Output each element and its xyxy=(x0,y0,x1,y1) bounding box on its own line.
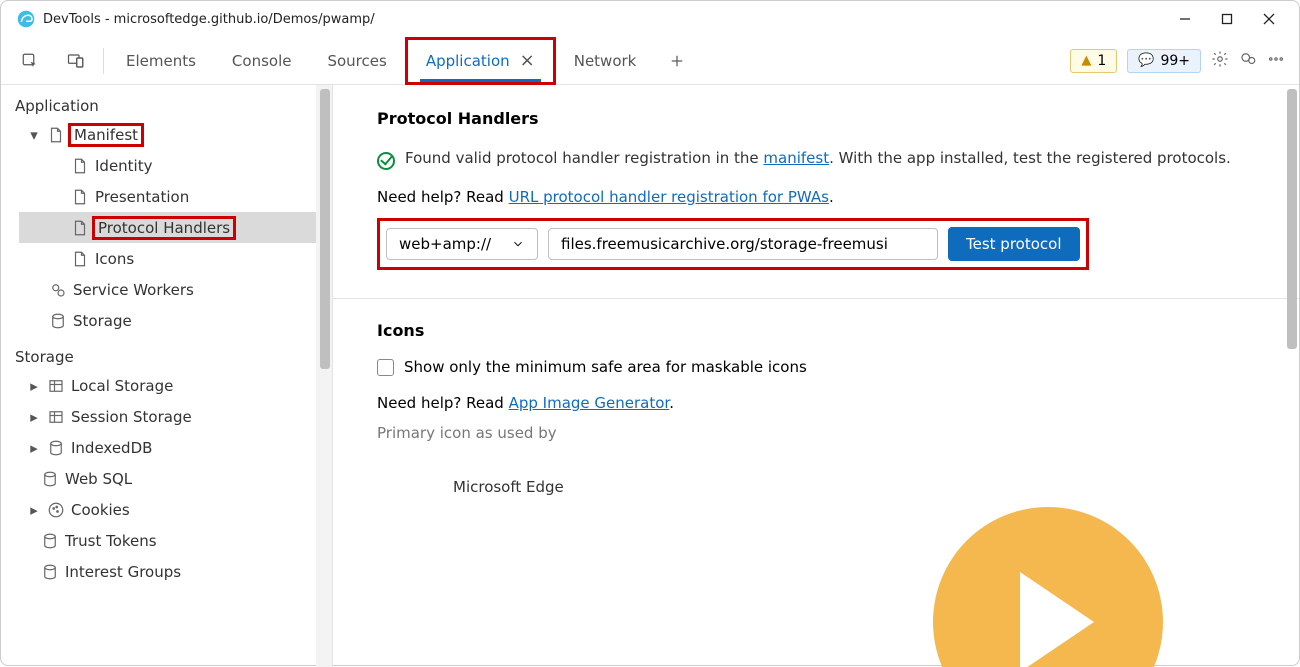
database-icon xyxy=(41,470,59,488)
sidebar-group-application: Application xyxy=(1,85,332,119)
sidebar-item-interest-groups[interactable]: Interest Groups xyxy=(19,556,332,587)
feedback-icon[interactable] xyxy=(1239,50,1257,72)
warn-count: 1 xyxy=(1097,53,1106,69)
chevron-right-icon: ▸ xyxy=(27,377,41,395)
sidebar-item-storage[interactable]: Storage xyxy=(19,305,332,336)
help-text: Need help? Read URL protocol handler reg… xyxy=(377,188,1255,206)
protocol-label: Protocol Handlers xyxy=(92,216,236,240)
panel-tabs: Elements Console Sources Application × N… xyxy=(108,37,700,85)
inspect-icon[interactable] xyxy=(7,37,53,85)
devtools-toolbar: Elements Console Sources Application × N… xyxy=(1,37,1299,85)
chevron-right-icon: ▸ xyxy=(27,408,41,426)
chevron-right-icon: ▸ xyxy=(27,439,41,457)
maskable-checkbox-row[interactable]: Show only the minimum safe area for mask… xyxy=(377,358,1255,376)
sidebar-item-trust-tokens[interactable]: Trust Tokens xyxy=(19,525,332,556)
sidebar-item-session-storage[interactable]: ▸ Session Storage xyxy=(19,401,332,432)
device-toggle-icon[interactable] xyxy=(53,37,99,85)
app-icon xyxy=(17,10,35,28)
app-primary-icon xyxy=(933,507,1163,667)
checkbox-icon[interactable] xyxy=(377,359,394,376)
test-protocol-row: web+amp:// Test protocol xyxy=(377,218,1089,270)
sidebar-item-icons[interactable]: Icons xyxy=(19,243,332,274)
file-icon xyxy=(47,126,65,144)
manifest-link[interactable]: manifest xyxy=(763,149,829,167)
maximize-icon[interactable] xyxy=(1221,13,1233,25)
sidebar-item-cookies[interactable]: ▸ Cookies xyxy=(19,494,332,525)
sidebar-item-manifest[interactable]: ▾ Manifest xyxy=(19,119,332,150)
close-icon[interactable] xyxy=(1263,13,1275,25)
help-icons-text: Need help? Read App Image Generator. xyxy=(377,394,1255,412)
tab-network[interactable]: Network xyxy=(556,37,655,85)
settings-icon[interactable] xyxy=(1211,50,1229,72)
sidebar-item-protocol-handlers[interactable]: Protocol Handlers xyxy=(19,212,332,243)
main-scrollbar[interactable] xyxy=(1283,85,1299,667)
add-tab-icon[interactable] xyxy=(654,37,700,85)
section-protocol-handlers: Protocol Handlers xyxy=(377,109,1255,128)
more-icon[interactable] xyxy=(1267,50,1285,72)
tab-sources[interactable]: Sources xyxy=(309,37,404,85)
test-protocol-button[interactable]: Test protocol xyxy=(948,227,1080,261)
file-icon xyxy=(71,219,89,237)
file-icon xyxy=(71,188,89,206)
cookie-icon xyxy=(47,501,65,519)
chevron-down-icon: ▾ xyxy=(27,126,41,144)
divider xyxy=(333,298,1299,299)
main-panel: Protocol Handlers Found valid protocol h… xyxy=(333,85,1299,667)
tab-console[interactable]: Console xyxy=(214,37,310,85)
titlebar: DevTools - microsoftedge.github.io/Demos… xyxy=(1,1,1299,37)
protocol-select[interactable]: web+amp:// xyxy=(386,228,538,260)
sidebar-item-service-workers[interactable]: Service Workers xyxy=(19,274,332,305)
separator xyxy=(103,48,104,74)
sidebar-item-indexeddb[interactable]: ▸ IndexedDB xyxy=(19,432,332,463)
tab-application[interactable]: Application × xyxy=(405,37,556,85)
table-icon xyxy=(47,408,65,426)
manifest-label: Manifest xyxy=(68,123,144,147)
close-tab-icon[interactable]: × xyxy=(520,50,535,71)
help-pwa-link[interactable]: URL protocol handler registration for PW… xyxy=(509,188,829,206)
protocol-url-input[interactable] xyxy=(548,228,938,260)
edge-label: Microsoft Edge xyxy=(377,478,1255,496)
sidebar-item-presentation[interactable]: Presentation xyxy=(19,181,332,212)
app-image-gen-link[interactable]: App Image Generator xyxy=(509,394,670,412)
sidebar-group-storage: Storage xyxy=(1,336,332,370)
tab-application-label: Application xyxy=(426,52,510,70)
database-icon xyxy=(41,532,59,550)
window-title: DevTools - microsoftedge.github.io/Demos… xyxy=(43,12,375,27)
sidebar-item-identity[interactable]: Identity xyxy=(19,150,332,181)
database-icon xyxy=(47,439,65,457)
section-icons: Icons xyxy=(377,321,1255,340)
chevron-down-icon xyxy=(511,237,525,251)
messages-count: 99+ xyxy=(1160,53,1190,69)
database-icon xyxy=(49,312,67,330)
chevron-right-icon: ▸ xyxy=(27,501,41,519)
message-icon: 💬 xyxy=(1138,53,1154,68)
file-icon xyxy=(71,157,89,175)
messages-badge[interactable]: 💬 99+ xyxy=(1127,49,1201,73)
sidebar-scrollbar[interactable] xyxy=(316,85,332,667)
primary-icon-label: Primary icon as used by xyxy=(377,424,1255,442)
warning-icon: ▲ xyxy=(1081,53,1091,68)
file-icon xyxy=(71,250,89,268)
sidebar-item-local-storage[interactable]: ▸ Local Storage xyxy=(19,370,332,401)
application-sidebar: Application ▾ Manifest Identity Presenta… xyxy=(1,85,333,667)
sidebar-item-websql[interactable]: Web SQL xyxy=(19,463,332,494)
minimize-icon[interactable] xyxy=(1179,13,1191,25)
play-icon xyxy=(1020,572,1094,667)
success-message: Found valid protocol handler registratio… xyxy=(377,146,1255,170)
database-icon xyxy=(41,563,59,581)
tab-elements[interactable]: Elements xyxy=(108,37,214,85)
gears-icon xyxy=(49,281,67,299)
issues-warn-badge[interactable]: ▲ 1 xyxy=(1070,49,1117,73)
check-icon xyxy=(377,152,395,170)
table-icon xyxy=(47,377,65,395)
